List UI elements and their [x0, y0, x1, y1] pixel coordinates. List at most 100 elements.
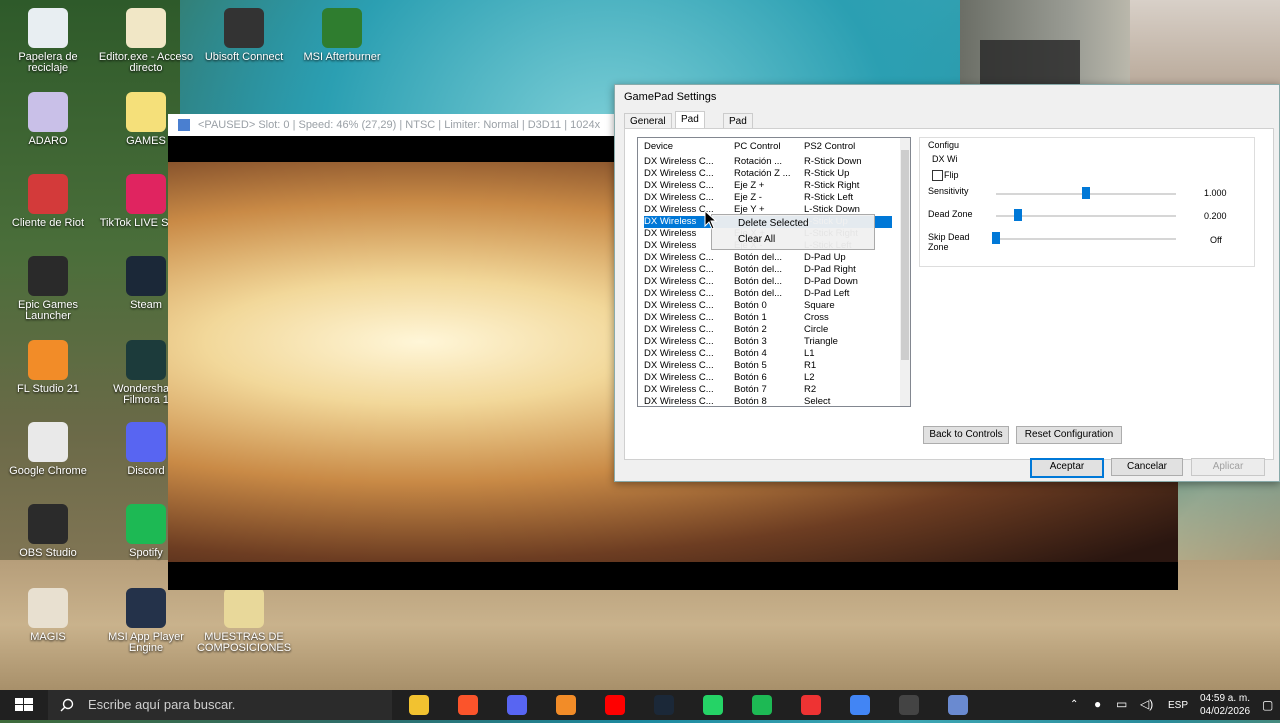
file-explorer-icon[interactable]: [409, 695, 429, 715]
pcsx2-icon[interactable]: [948, 695, 968, 715]
start-button[interactable]: [0, 690, 48, 720]
skip-deadzone-label: Skip Dead Zone: [928, 232, 970, 252]
sensitivity-slider-thumb[interactable]: [1082, 187, 1090, 199]
adobe-icon[interactable]: [801, 695, 821, 715]
list-item[interactable]: DX Wireless C... Botón 5 R1: [644, 360, 892, 372]
list-item[interactable]: DX Wireless C... Botón del... D-Pad Left: [644, 288, 892, 300]
cell-ps2: D-Pad Left: [804, 288, 850, 299]
deadzone-slider-thumb[interactable]: [1013, 209, 1022, 221]
ok-button[interactable]: Aceptar: [1030, 458, 1104, 478]
tray-chevron-icon[interactable]: ⌃: [1070, 699, 1078, 710]
network-icon[interactable]: ▭: [1116, 697, 1127, 711]
reset-configuration-button[interactable]: Reset Configuration: [1016, 426, 1122, 444]
list-item[interactable]: DX Wireless C... Eje Z - R-Stick Left: [644, 192, 892, 204]
deadzone-slider[interactable]: [996, 215, 1176, 217]
desktop-icon[interactable]: OBS Studio: [0, 504, 96, 559]
header-pc-control[interactable]: PC Control: [734, 141, 780, 152]
cell-pc: Botón del...: [734, 252, 783, 263]
language-indicator[interactable]: ESP: [1168, 700, 1188, 711]
cancel-button[interactable]: Cancelar: [1111, 458, 1183, 476]
desktop-icon[interactable]: FL Studio 21: [0, 340, 96, 395]
cell-device: DX Wireless C...: [644, 300, 714, 311]
header-device[interactable]: Device: [644, 141, 673, 152]
cell-ps2: R-Stick Left: [804, 192, 854, 203]
list-item[interactable]: DX Wireless C... Botón 0 Square: [644, 300, 892, 312]
app-icon: [126, 340, 166, 380]
clock-date[interactable]: 04/02/2026: [1200, 706, 1250, 717]
cell-pc: Botón 2: [734, 324, 767, 335]
cell-ps2: D-Pad Down: [804, 276, 858, 287]
scrollbar-thumb[interactable]: [901, 150, 909, 360]
whatsapp-icon[interactable]: [703, 695, 723, 715]
desktop-icon-label: MUESTRAS DE COMPOSICIONES: [196, 631, 292, 654]
list-item[interactable]: DX Wireless C... Botón 2 Circle: [644, 324, 892, 336]
desktop-icon[interactable]: Ubisoft Connect: [196, 8, 292, 63]
list-item[interactable]: DX Wireless C... Botón del... D-Pad Right: [644, 264, 892, 276]
context-menu[interactable]: Delete Selected Clear All: [711, 214, 875, 250]
gamepad-settings-dialog[interactable]: GamePad Settings General Pad 1 Pad 2 Dev…: [614, 84, 1280, 482]
desktop-icon[interactable]: MSI App Player Engine: [98, 588, 194, 654]
app-icon: [126, 422, 166, 462]
desktop-icon[interactable]: MAGIS: [0, 588, 96, 643]
obs-icon[interactable]: [899, 695, 919, 715]
menu-item-clear-all[interactable]: Clear All: [738, 234, 775, 245]
skip-deadzone-slider[interactable]: [996, 238, 1176, 240]
desktop-icon[interactable]: MUESTRAS DE COMPOSICIONES: [196, 588, 292, 654]
cell-device: DX Wireless C...: [644, 192, 714, 203]
list-item[interactable]: DX Wireless C... Botón del... D-Pad Down: [644, 276, 892, 288]
cell-device: DX Wireless C...: [644, 180, 714, 191]
cell-ps2: R-Stick Down: [804, 156, 862, 167]
desktop-icon[interactable]: Epic Games Launcher: [0, 256, 96, 322]
list-item[interactable]: DX Wireless C... Botón 1 Cross: [644, 312, 892, 324]
webcam-window-light: [1130, 0, 1280, 90]
menu-item-delete-selected[interactable]: Delete Selected: [738, 218, 809, 229]
back-to-controls-button[interactable]: Back to Controls: [923, 426, 1009, 444]
fl-studio-icon[interactable]: [556, 695, 576, 715]
list-item[interactable]: DX Wireless C... Botón del... D-Pad Up: [644, 252, 892, 264]
clock-time[interactable]: 04:59 a. m.: [1200, 693, 1250, 704]
volume-icon[interactable]: ◁): [1140, 697, 1153, 711]
spotify-icon[interactable]: [752, 695, 772, 715]
desktop-icon-label: Cliente de Riot: [11, 217, 85, 229]
list-item[interactable]: DX Wireless C... Botón 4 L1: [644, 348, 892, 360]
desktop-icon[interactable]: Editor.exe - Acceso directo: [98, 8, 194, 74]
cell-ps2: R-Stick Up: [804, 168, 850, 179]
notifications-icon[interactable]: ▢: [1262, 698, 1273, 712]
list-item[interactable]: DX Wireless C... Eje Z + R-Stick Right: [644, 180, 892, 192]
cell-ps2: R1: [804, 360, 817, 371]
list-item[interactable]: DX Wireless C... Rotación Z ... R-Stick Up: [644, 168, 892, 180]
chrome-icon[interactable]: [850, 695, 870, 715]
microphone-icon[interactable]: ●: [1094, 697, 1101, 711]
apply-button[interactable]: Aplicar: [1191, 458, 1265, 476]
list-scrollbar[interactable]: [900, 138, 910, 406]
list-item[interactable]: DX Wireless C... Botón 8 Select: [644, 396, 892, 407]
taskbar-search-box[interactable]: Escribe aquí para buscar.: [48, 690, 392, 720]
cell-device: DX Wireless C...: [644, 288, 714, 299]
cell-pc: Botón 8: [734, 396, 767, 407]
skip-deadzone-slider-thumb[interactable]: [992, 232, 1000, 244]
brave-icon[interactable]: [458, 695, 478, 715]
steam-icon[interactable]: [654, 695, 674, 715]
bindings-list[interactable]: Device PC Control PS2 Control DX Wireles…: [637, 137, 911, 407]
list-item[interactable]: DX Wireless C... Botón 7 R2: [644, 384, 892, 396]
desktop-icon[interactable]: Cliente de Riot: [0, 174, 96, 229]
flip-checkbox[interactable]: [932, 170, 943, 181]
list-item[interactable]: DX Wireless C... Botón 3 Triangle: [644, 336, 892, 348]
desktop-icon[interactable]: MSI Afterburner: [294, 8, 390, 63]
list-item[interactable]: DX Wireless C... Rotación ... R-Stick Down: [644, 156, 892, 168]
cell-device: DX Wireless C...: [644, 384, 714, 395]
discord-icon[interactable]: [507, 695, 527, 715]
cell-pc: Botón 3: [734, 336, 767, 347]
desktop-icon[interactable]: Papelera de reciclaje: [0, 8, 96, 74]
dialog-title: GamePad Settings: [624, 91, 717, 103]
desktop-icon[interactable]: Google Chrome: [0, 422, 96, 477]
list-item[interactable]: DX Wireless C... Botón 6 L2: [644, 372, 892, 384]
desktop-icon-label: FL Studio 21: [17, 383, 79, 395]
header-ps2-control[interactable]: PS2 Control: [804, 141, 855, 152]
cell-device: DX Wireless C...: [644, 372, 714, 383]
search-icon: [60, 698, 74, 712]
youtube-icon[interactable]: [605, 695, 625, 715]
cell-device: DX Wireless C...: [644, 336, 714, 347]
app-icon: [322, 8, 362, 48]
desktop-icon[interactable]: ADARO: [0, 92, 96, 147]
